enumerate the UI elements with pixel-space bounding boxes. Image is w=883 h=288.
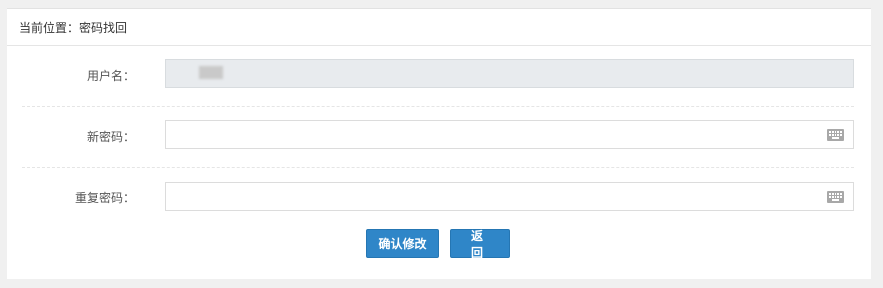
breadcrumb: 当前位置：密码找回	[7, 9, 871, 46]
repeat-password-label: 重复密码：	[74, 191, 135, 205]
new-password-row: 新密码：	[22, 106, 854, 168]
back-button[interactable]: 返回	[450, 229, 510, 260]
repeat-password-row: 重复密码：	[22, 167, 854, 228]
keyboard-icon[interactable]	[827, 129, 844, 141]
new-password-input[interactable]	[165, 120, 854, 149]
username-row: 用户名：	[22, 45, 854, 107]
username-label: 用户名：	[86, 69, 135, 83]
password-recovery-panel: 当前位置：密码找回 用户名： 新密码： 重复密码： 确认修改 返回	[7, 8, 871, 279]
masked-username-value	[199, 66, 223, 79]
confirm-change-button[interactable]: 确认修改	[366, 229, 439, 258]
keyboard-icon[interactable]	[827, 191, 844, 203]
new-password-label: 新密码：	[86, 130, 135, 144]
breadcrumb-text: 当前位置：密码找回	[19, 20, 128, 35]
username-field	[165, 59, 854, 88]
repeat-password-input[interactable]	[165, 182, 854, 211]
